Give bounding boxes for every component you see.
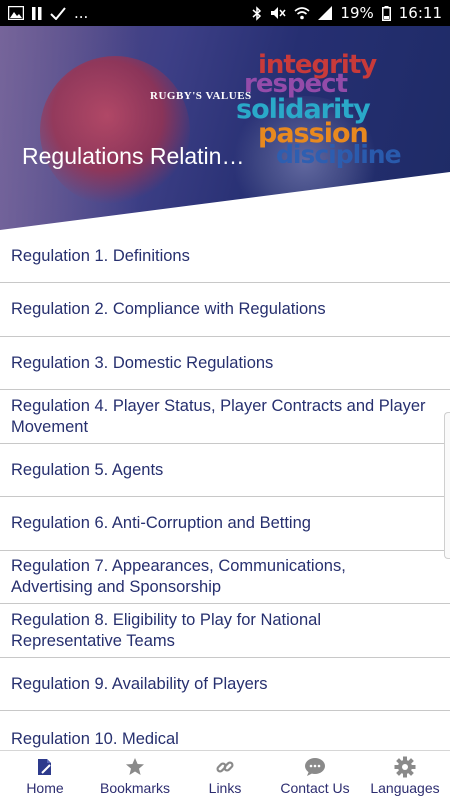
- bluetooth-icon: [252, 5, 262, 21]
- home-book-icon: [34, 756, 56, 778]
- list-item-regulation-3[interactable]: Regulation 3. Domestic Regulations: [0, 337, 450, 390]
- list-item-regulation-9[interactable]: Regulation 9. Availability of Players: [0, 658, 450, 711]
- gallery-notification-icon: [8, 5, 24, 21]
- list-item-regulation-8[interactable]: Regulation 8. Eligibility to Play for Na…: [0, 604, 450, 658]
- list-item-regulation-6[interactable]: Regulation 6. Anti-Corruption and Bettin…: [0, 497, 450, 551]
- star-icon: [124, 756, 146, 778]
- nav-home-label: Home: [26, 780, 64, 796]
- list-item-regulation-10[interactable]: Regulation 10. Medical: [0, 711, 450, 750]
- check-notification-icon: [50, 5, 66, 21]
- nav-contact-us-label: Contact Us: [280, 780, 350, 796]
- status-bar: ... 19% 16:11: [0, 0, 450, 26]
- clock: 16:11: [398, 4, 442, 22]
- pause-notification-icon: [32, 5, 42, 21]
- list-item-regulation-4[interactable]: Regulation 4. Player Status, Player Cont…: [0, 390, 450, 444]
- page-title: Regulations Relatin…: [22, 143, 245, 169]
- bottom-navigation: Home Bookmarks Links Contact Us Language…: [0, 750, 450, 800]
- battery-percent: 19%: [340, 4, 374, 22]
- header-banner: RUGBY'S VALUES integrity respect solidar…: [0, 26, 450, 230]
- wifi-icon: [294, 5, 310, 21]
- link-icon: [214, 756, 236, 778]
- battery-icon: [381, 5, 391, 21]
- nav-links[interactable]: Links: [180, 751, 270, 800]
- gear-icon: [394, 756, 416, 778]
- nav-links-label: Links: [208, 780, 242, 796]
- list-item-regulation-7[interactable]: Regulation 7. Appearances, Communication…: [0, 551, 450, 604]
- list-item-regulation-5[interactable]: Regulation 5. Agents: [0, 444, 450, 497]
- more-notifications-text: ...: [74, 4, 89, 22]
- chat-bubble-icon: [304, 756, 326, 778]
- signal-icon: [318, 5, 333, 21]
- nav-languages-label: Languages: [370, 780, 440, 796]
- regulations-list: Regulation 1. Definitions Regulation 2. …: [0, 230, 450, 750]
- scrollbar[interactable]: [444, 412, 450, 559]
- list-item-regulation-1[interactable]: Regulation 1. Definitions: [0, 230, 450, 283]
- mute-icon: [270, 5, 286, 21]
- list-item-regulation-2[interactable]: Regulation 2. Compliance with Regulation…: [0, 283, 450, 337]
- nav-bookmarks[interactable]: Bookmarks: [90, 751, 180, 800]
- nav-home[interactable]: Home: [0, 751, 90, 800]
- banner-slant-edge: [0, 172, 450, 230]
- nav-languages[interactable]: Languages: [360, 751, 450, 800]
- nav-contact-us[interactable]: Contact Us: [270, 751, 360, 800]
- nav-bookmarks-label: Bookmarks: [99, 780, 171, 796]
